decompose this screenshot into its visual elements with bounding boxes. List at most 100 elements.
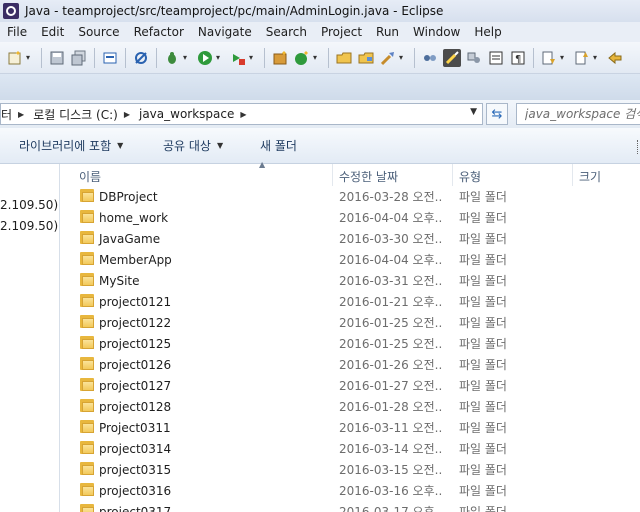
list-item[interactable]: project0127 2016-01-27 오전... 파일 폴더 xyxy=(60,375,640,396)
column-header-row: ▲ 이름 수정한 날짜 유형 크기 xyxy=(60,160,640,186)
menu-window[interactable]: Window xyxy=(406,25,467,39)
run-icon[interactable] xyxy=(196,49,214,67)
file-name: project0316 xyxy=(99,483,172,498)
list-item[interactable]: project0317 2016-03-17 오후... 파일 폴더 xyxy=(60,501,640,512)
file-type: 파일 폴더 xyxy=(459,274,507,288)
file-date: 2016-03-28 오전... xyxy=(339,190,443,204)
next-annotation-icon[interactable] xyxy=(540,49,558,67)
folder-icon xyxy=(80,504,94,512)
column-name[interactable]: 이름 xyxy=(79,168,101,185)
menu-file[interactable]: File xyxy=(0,25,34,39)
chevron-down-icon[interactable]: ▾ xyxy=(313,53,321,62)
refresh-button[interactable]: ⇆ xyxy=(486,103,508,125)
toggle-mark-occurrences-icon[interactable] xyxy=(443,48,461,67)
save-all-icon[interactable] xyxy=(70,49,88,67)
new-package-icon[interactable] xyxy=(271,49,289,67)
column-divider[interactable] xyxy=(452,164,453,186)
show-whitespace-icon[interactable] xyxy=(487,49,505,67)
breadcrumb-arrow-icon[interactable]: ▶ xyxy=(124,110,130,119)
share-with-button[interactable]: 공유 대상 ▼ xyxy=(163,137,223,154)
chevron-down-icon: ▼ xyxy=(117,141,124,150)
toolbar-separator xyxy=(533,47,534,68)
menu-project[interactable]: Project xyxy=(314,25,369,39)
file-name: project0128 xyxy=(99,399,172,414)
list-item[interactable]: project0315 2016-03-15 오전... 파일 폴더 xyxy=(60,459,640,480)
folder-icon xyxy=(80,462,94,475)
chevron-down-icon[interactable]: ▾ xyxy=(399,53,407,62)
menu-run[interactable]: Run xyxy=(369,25,406,39)
file-date: 2016-01-28 오전... xyxy=(339,400,443,414)
toolbar-separator xyxy=(414,47,415,68)
nav-item-network-1[interactable]: 2.109.50) xyxy=(0,198,58,212)
new-folder-button[interactable]: 새 폴더 xyxy=(260,137,297,154)
open-task-icon[interactable] xyxy=(357,49,375,67)
toggle-breadcrumb-icon[interactable] xyxy=(421,49,439,67)
list-item[interactable]: MemberApp 2016-04-04 오후... 파일 폴더 xyxy=(60,249,640,270)
list-item[interactable]: project0121 2016-01-21 오후... 파일 폴더 xyxy=(60,291,640,312)
file-date: 2016-03-14 오전... xyxy=(339,442,443,456)
list-item[interactable]: project0128 2016-01-28 오전... 파일 폴더 xyxy=(60,396,640,417)
breadcrumb-arrow-icon[interactable]: ▶ xyxy=(18,110,24,119)
console-icon[interactable] xyxy=(101,49,119,67)
list-item[interactable]: Project0311 2016-03-11 오전... 파일 폴더 xyxy=(60,417,640,438)
column-divider[interactable] xyxy=(572,164,573,186)
list-item[interactable]: project0122 2016-01-25 오전... 파일 폴더 xyxy=(60,312,640,333)
save-icon[interactable] xyxy=(48,49,66,67)
open-type-icon[interactable] xyxy=(335,49,353,67)
breadcrumb-java-workspace[interactable]: java_workspace xyxy=(139,107,234,121)
chevron-down-icon[interactable]: ▾ xyxy=(593,53,601,62)
sort-ascending-icon: ▲ xyxy=(259,160,266,169)
skip-breakpoints-icon[interactable] xyxy=(132,49,150,67)
breadcrumb-partial[interactable]: 터 xyxy=(1,106,12,123)
chevron-down-icon[interactable]: ▾ xyxy=(183,53,191,62)
list-item[interactable]: DBProject 2016-03-28 오전... 파일 폴더 xyxy=(60,186,640,207)
toggle-block-selection-icon[interactable] xyxy=(465,49,483,67)
breadcrumb-local-disk[interactable]: 로컬 디스크 (C:) xyxy=(33,106,118,123)
search-input[interactable] xyxy=(517,104,640,124)
menu-help[interactable]: Help xyxy=(467,25,508,39)
menu-source[interactable]: Source xyxy=(71,25,126,39)
column-divider[interactable] xyxy=(332,164,333,186)
search-box[interactable] xyxy=(516,103,640,125)
new-class-icon[interactable] xyxy=(293,49,311,67)
chevron-down-icon[interactable]: ▾ xyxy=(216,53,224,62)
nav-item-network-2[interactable]: 2.109.50) xyxy=(0,219,58,233)
list-item[interactable]: project0316 2016-03-16 오후... 파일 폴더 xyxy=(60,480,640,501)
external-tools-icon[interactable] xyxy=(229,49,247,67)
previous-annotation-icon[interactable] xyxy=(573,49,591,67)
menu-refactor[interactable]: Refactor xyxy=(127,25,191,39)
menu-edit[interactable]: Edit xyxy=(34,25,71,39)
list-item[interactable]: project0126 2016-01-26 오전... 파일 폴더 xyxy=(60,354,640,375)
back-arrow-icon[interactable] xyxy=(606,49,624,67)
address-dropdown-icon[interactable]: ▼ xyxy=(470,107,477,117)
column-size[interactable]: 크기 xyxy=(579,168,601,185)
toolbar-separator xyxy=(264,47,265,68)
breadcrumb-arrow-icon[interactable]: ▶ xyxy=(240,110,246,119)
menu-navigate[interactable]: Navigate xyxy=(191,25,259,39)
new-icon[interactable] xyxy=(6,49,24,67)
menu-search[interactable]: Search xyxy=(259,25,314,39)
pilcrow-icon[interactable]: ¶ xyxy=(509,49,527,67)
address-bar: 터 ▶ 로컬 디스크 (C:) ▶ java_workspace ▶ ▼ ⇆ xyxy=(0,100,640,128)
file-name: project0122 xyxy=(99,315,172,330)
column-date-modified[interactable]: 수정한 날짜 xyxy=(339,168,398,185)
eclipse-toolbar: ▾ ▾ ▾ ▾ ▾ ▾ ¶ ▾ ▾ xyxy=(0,42,640,74)
list-item[interactable]: home_work 2016-04-04 오후... 파일 폴더 xyxy=(60,207,640,228)
file-date: 2016-04-04 오후... xyxy=(339,211,443,225)
chevron-down-icon[interactable]: ▾ xyxy=(26,53,34,62)
list-item[interactable]: project0125 2016-01-25 오전... 파일 폴더 xyxy=(60,333,640,354)
chevron-down-icon[interactable]: ▾ xyxy=(249,53,257,62)
toolbar-separator xyxy=(94,47,95,68)
debug-icon[interactable] xyxy=(163,49,181,67)
navigation-pane: 2.109.50) 2.109.50) xyxy=(0,164,60,512)
list-item[interactable]: JavaGame 2016-03-30 오전... 파일 폴더 xyxy=(60,228,640,249)
chevron-down-icon[interactable]: ▾ xyxy=(560,53,568,62)
search-icon[interactable] xyxy=(379,49,397,67)
file-type: 파일 폴더 xyxy=(459,316,507,330)
list-item[interactable]: project0314 2016-03-14 오전... 파일 폴더 xyxy=(60,438,640,459)
column-type[interactable]: 유형 xyxy=(459,168,481,185)
include-in-library-button[interactable]: 라이브러리에 포함 ▼ xyxy=(19,137,123,154)
list-item[interactable]: MySite 2016-03-31 오전... 파일 폴더 xyxy=(60,270,640,291)
file-type: 파일 폴더 xyxy=(459,463,507,477)
address-box[interactable]: 터 ▶ 로컬 디스크 (C:) ▶ java_workspace ▶ ▼ xyxy=(0,103,483,125)
